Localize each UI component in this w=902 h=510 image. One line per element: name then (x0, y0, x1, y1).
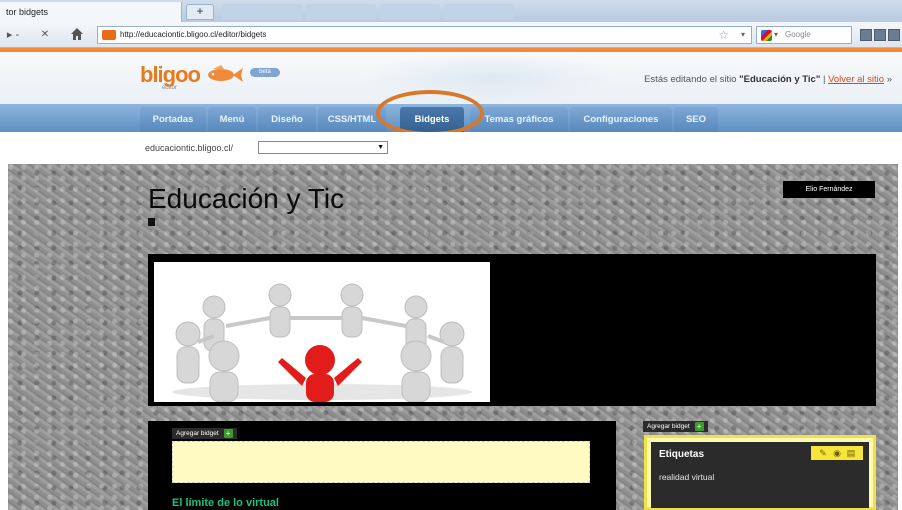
widget-body: Etiquetas ✎ ◉ ▤ realidad virtual (651, 442, 869, 508)
editor-menu-bar: Portadas Menú Diseño CSS/HTML Bidgets Te… (0, 104, 902, 132)
tab-title: tor bidgets (6, 7, 49, 17)
banner-area[interactable] (148, 254, 876, 406)
site-title[interactable]: Educación y Tic (148, 183, 344, 215)
editing-site-name: "Educación y Tic" (739, 74, 821, 85)
browser-tab[interactable]: tor bidgets (0, 2, 182, 22)
editing-prefix: Estás editando el sitio (644, 74, 740, 85)
edit-icon[interactable]: ✎ (818, 448, 828, 458)
chevron-down-icon[interactable]: ▾ (774, 27, 778, 43)
tab-portadas[interactable]: Portadas (140, 107, 206, 132)
editing-site-notice: Estás editando el sitio "Educación y Tic… (644, 74, 892, 85)
site-favicon (102, 30, 116, 40)
toolbar-button[interactable] (888, 29, 900, 41)
toolbar-button[interactable] (874, 29, 886, 41)
address-bar[interactable]: http://educaciontic.bligoo.cl/editor/bid… (97, 26, 752, 44)
back-button[interactable]: ▸ - (2, 27, 24, 43)
url-text: http://educaciontic.bligoo.cl/editor/bid… (120, 30, 267, 39)
beta-badge: beta (250, 68, 280, 77)
add-bidget-button[interactable]: Agregar bidget + (643, 421, 708, 432)
eye-icon[interactable]: ◉ (832, 448, 842, 458)
site-selector-row: educaciontic.bligoo.cl/ ▼ (0, 132, 902, 164)
widget-toolbar: ✎ ◉ ▤ (811, 446, 863, 460)
text-cursor (148, 218, 155, 226)
browser-navigation-bar: ▸ - ✕ http://educaciontic.bligoo.cl/edit… (0, 22, 902, 48)
widget-title: Etiquetas (659, 449, 705, 460)
separator: | (820, 74, 829, 85)
google-icon[interactable] (761, 30, 772, 41)
home-icon[interactable] (70, 27, 84, 41)
chevron-down-icon[interactable]: ▾ (741, 27, 745, 43)
bligoo-fish-icon (208, 65, 243, 82)
toolbar-buttons (860, 29, 900, 42)
tab-menu[interactable]: Menú (208, 107, 256, 132)
tab-seo[interactable]: SEO (674, 107, 718, 132)
trash-icon[interactable]: ▤ (846, 448, 856, 458)
add-bidget-button[interactable]: Agregar bidget + (172, 428, 237, 439)
toolbar-button[interactable] (860, 29, 872, 41)
add-bidget-label: Agregar bidget (176, 430, 219, 437)
plus-icon[interactable]: + (223, 428, 233, 438)
background-tab[interactable] (444, 4, 514, 20)
main-column: Agregar bidget + El límite de lo virtual (148, 421, 616, 510)
tab-diseno[interactable]: Diseño (258, 107, 316, 132)
background-tab[interactable] (306, 4, 376, 20)
search-placeholder: Google (785, 30, 811, 39)
tab-temas-graficos[interactable]: Temas gráficos (470, 107, 568, 132)
author-badge[interactable]: Elio Fernández (783, 181, 875, 198)
add-bidget-label: Agregar bidget (647, 423, 690, 430)
site-selector-label: educaciontic.bligoo.cl/ (145, 143, 234, 153)
stop-button[interactable]: ✕ (36, 27, 54, 43)
back-to-site-link[interactable]: Volver al sitio (828, 74, 884, 85)
search-input[interactable]: ▾ Google (756, 26, 852, 44)
tab-css-html[interactable]: CSS/HTML (318, 107, 386, 132)
empty-bidget-slot[interactable] (172, 441, 590, 483)
site-select-dropdown[interactable]: ▼ (258, 141, 388, 154)
back-arrow: » (884, 74, 892, 85)
plus-icon[interactable]: + (694, 421, 704, 431)
site-preview-canvas: Educación y Tic Elio Fernández Agregar b… (8, 164, 898, 510)
new-tab-button[interactable]: + (186, 4, 214, 20)
background-tab[interactable] (380, 4, 440, 20)
tab-configuraciones[interactable]: Configuraciones (570, 107, 672, 132)
post-title[interactable]: El límite de lo virtual (172, 497, 279, 509)
tab-bidgets[interactable]: Bidgets (400, 107, 464, 132)
header-cloud-decoration (360, 52, 620, 104)
browser-tab-strip: tor bidgets + (0, 0, 902, 22)
etiquetas-widget[interactable]: Etiquetas ✎ ◉ ▤ realidad virtual (644, 435, 876, 510)
background-tab[interactable] (222, 4, 302, 20)
star-icon[interactable]: ☆ (718, 27, 729, 43)
tag-link[interactable]: realidad virtual (659, 472, 714, 482)
logo-subtitle: editor (162, 85, 178, 91)
editor-header: bligoo editor beta Estás editando el sit… (0, 48, 902, 104)
chevron-down-icon[interactable]: ▼ (377, 142, 384, 153)
teamwork-illustration (154, 262, 490, 402)
